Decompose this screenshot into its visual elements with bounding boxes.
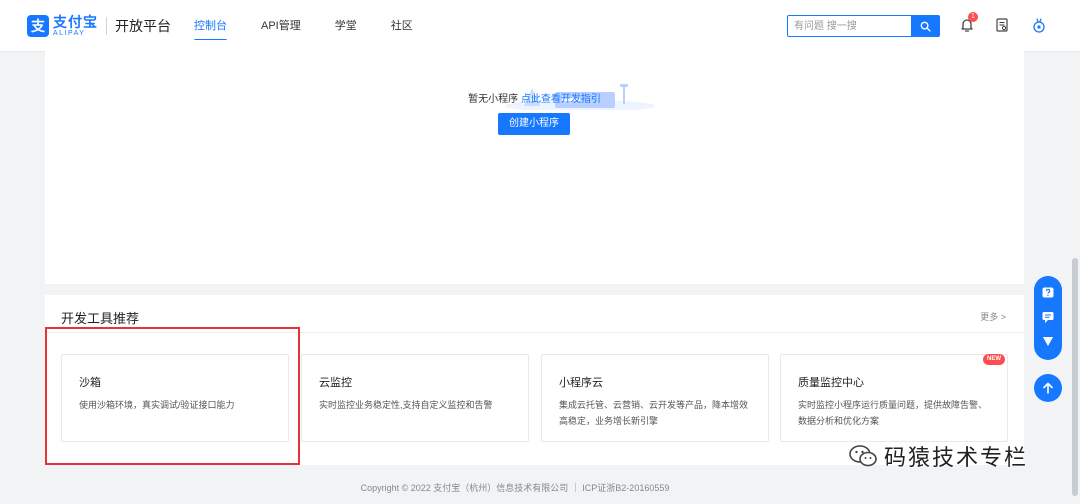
alipay-logo-text: 支付宝 ALIPAY bbox=[53, 15, 98, 37]
feedback-icon[interactable] bbox=[1041, 334, 1055, 348]
create-mini-program-button[interactable]: 创建小程序 bbox=[498, 113, 570, 135]
tool-card-cloud-monitor[interactable]: 云监控 实时监控业务稳定性,支持自定义监控和告警 bbox=[301, 354, 529, 442]
search-icon bbox=[920, 21, 931, 32]
alipay-logo[interactable]: 支 支付宝 ALIPAY 开放平台 bbox=[27, 15, 171, 37]
robot-icon[interactable] bbox=[1031, 17, 1047, 33]
more-link[interactable]: 更多 > bbox=[980, 310, 1006, 323]
logo-en-text: ALIPAY bbox=[53, 30, 86, 37]
mini-program-panel: 暂无小程序 点此查看开发指引 创建小程序 bbox=[45, 40, 1024, 284]
footer-copyright: Copyright © 2022 支付宝（杭州）信息技术有限公司 ｜ ICP证浙… bbox=[360, 483, 670, 493]
search-input[interactable] bbox=[788, 16, 911, 36]
tool-name: 云监控 bbox=[319, 377, 352, 389]
tool-desc: 实时监控业务稳定性,支持自定义监控和告警 bbox=[319, 400, 493, 410]
tool-desc: 集成云托管、云营销、云开发等产品，降本增效高稳定，业务增长新引擎 bbox=[559, 400, 749, 426]
new-badge: NEW bbox=[983, 354, 1005, 365]
platform-title: 开放平台 bbox=[115, 18, 171, 34]
document-icon[interactable] bbox=[994, 17, 1010, 33]
watermark-text: 码猿技术专栏 bbox=[884, 445, 1029, 470]
tool-card-sandbox[interactable]: 沙箱 使用沙箱环境，真实调试/验证接口能力 bbox=[61, 354, 289, 442]
dev-tools-title: 开发工具推荐 bbox=[61, 311, 140, 326]
page-scrollbar[interactable] bbox=[1072, 258, 1078, 496]
alipay-logo-icon: 支 bbox=[27, 15, 49, 37]
watermark: 码猿技术专栏 bbox=[848, 440, 1028, 472]
empty-state-message: 暂无小程序 点此查看开发指引 bbox=[45, 90, 1024, 105]
notification-badge: 1 bbox=[968, 12, 978, 22]
search-box bbox=[787, 15, 940, 37]
logo-divider bbox=[106, 17, 107, 35]
divider bbox=[45, 332, 1024, 333]
tool-name: 沙箱 bbox=[79, 377, 101, 389]
tool-name: 小程序云 bbox=[559, 377, 603, 389]
chat-icon[interactable] bbox=[1041, 310, 1055, 324]
tool-card-mini-program-cloud[interactable]: 小程序云 集成云托管、云营销、云开发等产品，降本增效高稳定，业务增长新引擎 bbox=[541, 354, 769, 442]
back-to-top-button[interactable] bbox=[1034, 374, 1062, 402]
tool-card-quality-monitor[interactable]: 质量监控中心 实时监控小程序运行质量问题，提供故障告警、数据分析和优化方案 bbox=[780, 354, 1008, 442]
tool-desc: 使用沙箱环境，真实调试/验证接口能力 bbox=[79, 400, 235, 410]
empty-state-text: 暂无小程序 bbox=[468, 94, 519, 105]
floating-toolbar bbox=[1034, 276, 1062, 360]
dev-guide-link[interactable]: 点此查看开发指引 bbox=[521, 94, 601, 105]
wechat-icon bbox=[849, 445, 877, 467]
help-icon[interactable] bbox=[1041, 286, 1055, 300]
logo-cn-text: 支付宝 bbox=[53, 14, 98, 30]
search-button[interactable] bbox=[911, 16, 939, 36]
tool-desc: 实时监控小程序运行质量问题，提供故障告警、数据分析和优化方案 bbox=[798, 400, 988, 426]
arrow-up-icon bbox=[1043, 382, 1053, 394]
tool-name: 质量监控中心 bbox=[798, 377, 864, 389]
